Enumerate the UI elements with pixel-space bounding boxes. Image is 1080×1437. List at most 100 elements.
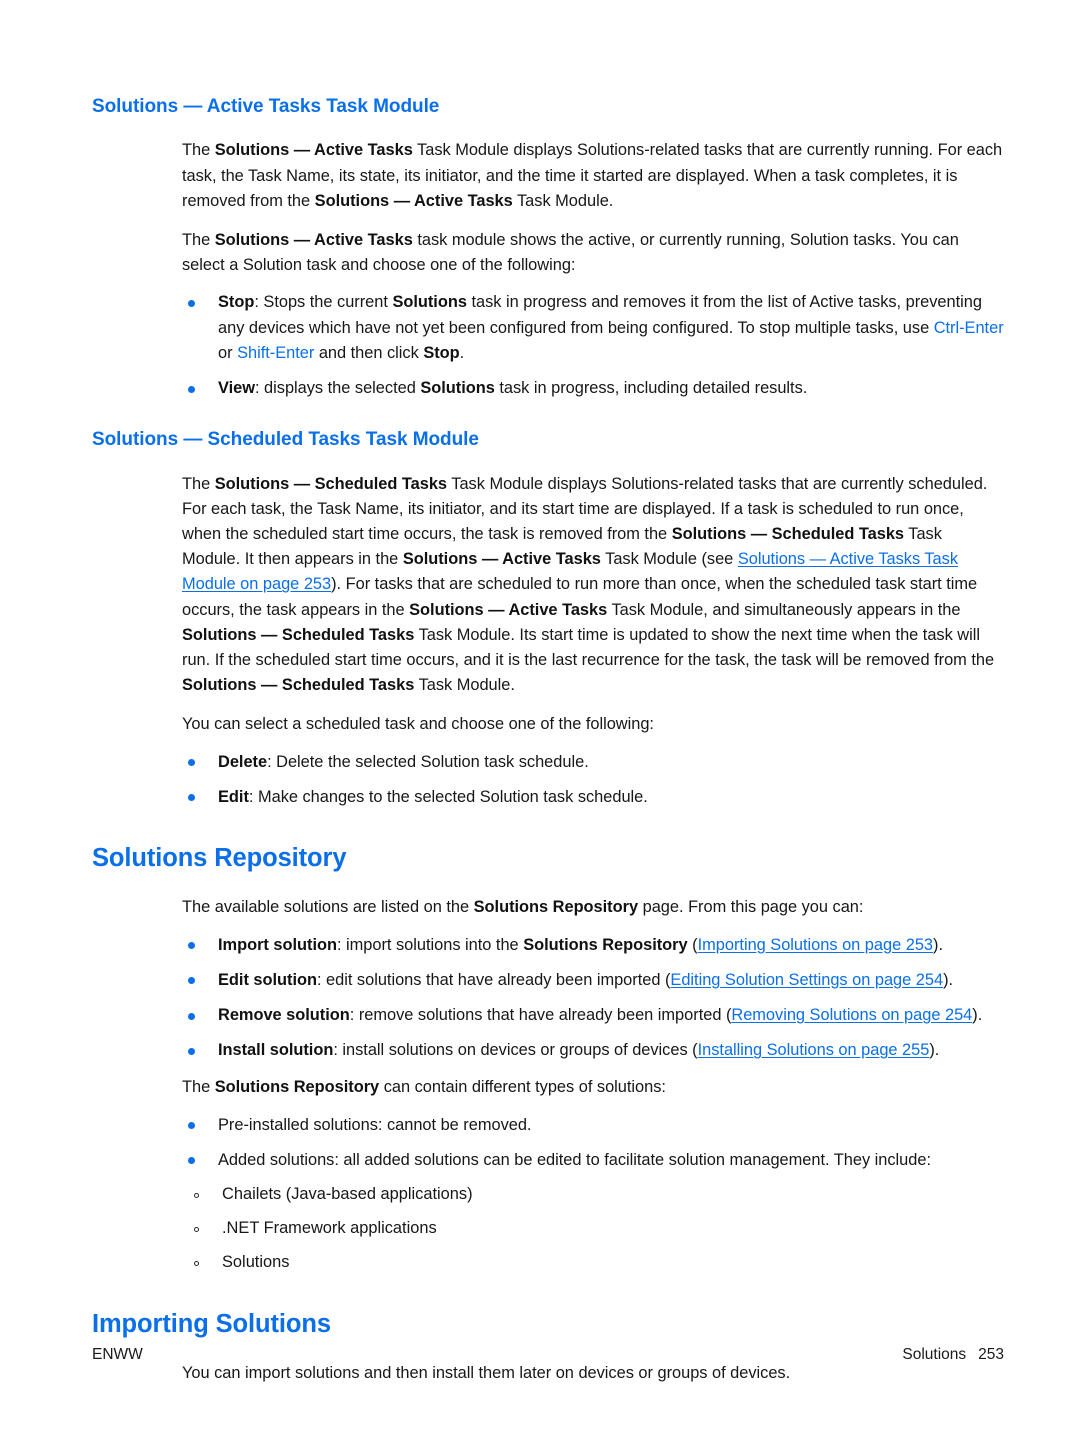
list-gap — [182, 1241, 1004, 1250]
bold-run: Solutions — Active Tasks — [409, 600, 608, 619]
list-gap — [182, 1138, 1004, 1148]
paragraph-repository-types: The Solutions Repository can contain dif… — [182, 1075, 1004, 1100]
text-run: : Make changes to the selected Solution … — [248, 787, 648, 806]
text-run: : displays the selected — [254, 379, 421, 398]
document-page: Solutions — Active Tasks Task Module The… — [0, 0, 1080, 1437]
text-run: and then click — [314, 343, 424, 362]
footer-right: Solutions 253 — [902, 1346, 1004, 1364]
bold-run: Solutions — Active Tasks — [214, 231, 413, 250]
text-run: Task Module. — [414, 676, 515, 695]
bold-run: Solutions Repository — [523, 935, 688, 954]
list-item-import-solution: Import solution: import solutions into t… — [182, 933, 1004, 958]
scheduled-tasks-choice-list: Delete: Delete the selected Solution tas… — [182, 750, 1004, 810]
bold-run: Solutions — Scheduled Tasks — [214, 474, 448, 493]
text-run: . — [459, 343, 465, 362]
solution-types-list: Pre-installed solutions: cannot be remov… — [182, 1113, 1004, 1173]
sub-bullet-icon — [194, 1192, 199, 1198]
footer-page-number: 253 — [978, 1346, 1004, 1363]
sublist-item-chailets: Chailets (Java-based applications) — [182, 1182, 1004, 1207]
list-item-edit: Edit: Make changes to the selected Solut… — [182, 785, 1004, 810]
link-installing-solutions[interactable]: Installing Solutions on page 255 — [698, 1041, 930, 1059]
text-run: Task Module (see — [600, 550, 738, 569]
list-gap — [182, 1028, 1004, 1038]
bold-run: Stop — [423, 343, 460, 362]
sub-bullet-icon — [194, 1226, 199, 1232]
text-run: The — [182, 141, 215, 160]
text-run: Chailets (Java-based applications) — [222, 1185, 473, 1204]
link-editing-solution-settings[interactable]: Editing Solution Settings on page 254 — [670, 971, 943, 989]
footer-left-label: ENWW — [92, 1346, 143, 1363]
list-item-install-solution: Install solution: install solutions on d… — [182, 1038, 1004, 1063]
text-run: The — [182, 1078, 215, 1097]
bold-run: Delete — [218, 752, 268, 771]
active-tasks-choice-list: Stop: Stops the current Solutions task i… — [182, 290, 1004, 401]
text-run: .NET Framework applications — [222, 1219, 437, 1238]
text-run: can contain different types of solutions… — [379, 1078, 666, 1097]
key-combo-ctrl-enter: Ctrl-Enter — [933, 318, 1004, 337]
bold-run: Solutions — [420, 379, 495, 398]
bullet-icon — [188, 1047, 195, 1055]
list-gap — [182, 1207, 1004, 1216]
paragraph-scheduled-tasks-2: You can select a scheduled task and choo… — [182, 715, 654, 734]
bold-run: Edit solution — [218, 970, 317, 989]
text-run: ). — [933, 935, 943, 954]
list-item-view: View: displays the selected Solutions ta… — [182, 376, 1004, 401]
bullet-icon — [188, 1157, 195, 1165]
paragraph-repository-intro: The available solutions are listed on th… — [182, 895, 1004, 920]
added-solutions-sublist: Chailets (Java-based applications) .NET … — [182, 1182, 1004, 1276]
bold-run: Solutions — Scheduled Tasks — [182, 676, 415, 695]
heading-importing-solutions: Importing Solutions — [92, 1309, 331, 1338]
bold-run: Solutions — Scheduled Tasks — [182, 625, 415, 644]
bullet-icon — [188, 794, 195, 802]
text-run: ). — [972, 1006, 983, 1024]
list-gap — [182, 366, 1004, 376]
text-run: ). — [943, 970, 954, 989]
text-run: ). — [929, 1041, 940, 1060]
bold-run: Solutions — Scheduled Tasks — [671, 525, 905, 544]
sublist-item-dotnet: .NET Framework applications — [182, 1216, 1004, 1241]
bold-run: Import solution — [218, 935, 337, 954]
bold-run: Edit — [218, 787, 249, 806]
page-content: Solutions — Active Tasks Task Module The… — [92, 96, 1004, 1386]
bullet-icon — [188, 759, 195, 767]
heading-scheduled-tasks-task-module: Solutions — Scheduled Tasks Task Module — [92, 429, 479, 451]
bold-run: View — [218, 379, 255, 398]
key-combo-shift-enter: Shift-Enter — [237, 343, 315, 362]
bold-run: Install solution — [218, 1041, 334, 1060]
text-run: The — [182, 474, 215, 493]
text-run: : import solutions into the — [336, 935, 524, 954]
sublist-item-solutions: Solutions — [182, 1250, 1004, 1275]
text-run: Solutions — [222, 1253, 290, 1272]
importing-solutions-body: You can import solutions and then instal… — [182, 1361, 1004, 1386]
list-item-added-solutions: Added solutions: all added solutions can… — [182, 1148, 1004, 1173]
bullet-icon — [188, 1122, 195, 1130]
link-removing-solutions[interactable]: Removing Solutions on page 254 — [731, 1006, 972, 1024]
list-gap — [182, 958, 1004, 968]
text-run: Task Module. — [512, 191, 614, 210]
list-item-remove-solution: Remove solution: remove solutions that h… — [182, 1003, 1004, 1028]
paragraph-active-tasks-1: The Solutions — Active Tasks Task Module… — [182, 138, 1004, 214]
bold-run: Solutions — Active Tasks — [214, 141, 413, 160]
list-gap — [182, 775, 1004, 785]
text-run: : install solutions on devices or groups… — [333, 1041, 698, 1060]
text-run: task in progress, including detailed res… — [494, 379, 808, 398]
bold-run: Solutions Repository — [473, 898, 639, 917]
bold-run: Stop — [218, 293, 255, 312]
paragraph-active-tasks-2: The Solutions — Active Tasks task module… — [182, 228, 1004, 278]
bold-run: Solutions Repository — [214, 1078, 380, 1097]
text-run: The available solutions are listed on th… — [182, 898, 474, 917]
bullet-icon — [188, 299, 195, 307]
bullet-icon — [188, 385, 195, 393]
bold-run: Solutions — Active Tasks — [402, 550, 601, 569]
link-importing-solutions[interactable]: Importing Solutions on page 253 — [698, 936, 933, 954]
heading-solutions-repository: Solutions Repository — [92, 844, 347, 873]
text-run: : Stops the current — [254, 293, 393, 312]
list-gap — [182, 993, 1004, 1003]
text-run: : remove solutions that have already bee… — [349, 1006, 732, 1024]
solutions-repository-body: The available solutions are listed on th… — [182, 895, 1004, 1275]
list-item-edit-solution: Edit solution: edit solutions that have … — [182, 968, 1004, 993]
text-run: : Delete the selected Solution task sche… — [267, 752, 589, 771]
bullet-icon — [188, 977, 195, 985]
list-item-preinstalled-solutions: Pre-installed solutions: cannot be remov… — [182, 1113, 1004, 1138]
bold-run: Solutions — [392, 293, 467, 312]
